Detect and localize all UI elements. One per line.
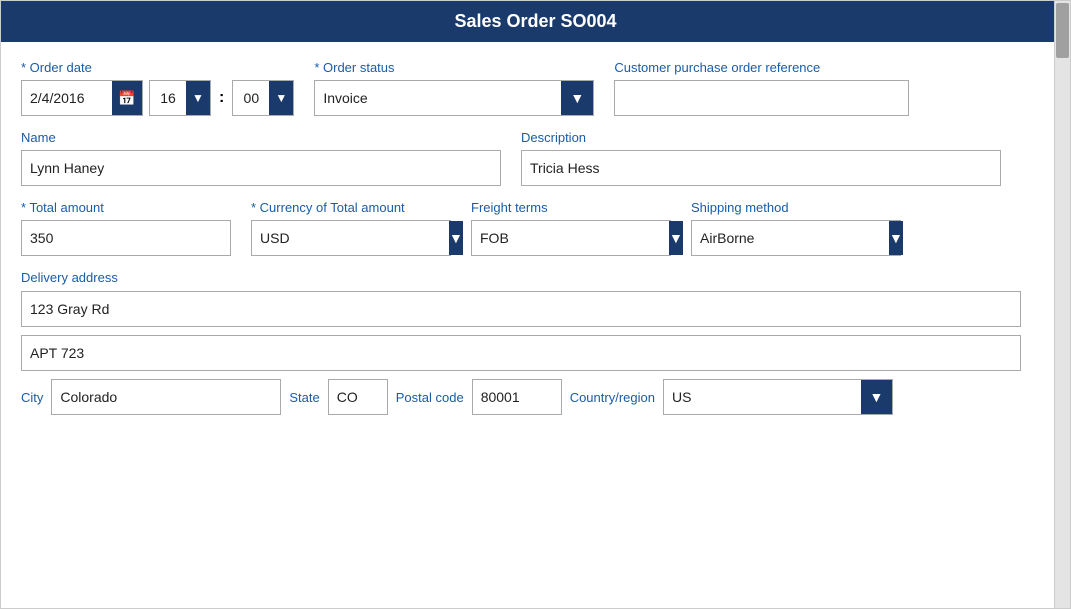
postal-input[interactable] [472, 379, 562, 415]
shipping-group: Shipping method ▼ [691, 200, 901, 256]
order-status-label: Order status [314, 60, 594, 75]
chevron-down-icon-4: ▼ [449, 230, 463, 246]
order-status-input[interactable] [315, 81, 561, 115]
total-amount-group: Total amount [21, 200, 231, 256]
delivery-address-section: Delivery address City State Postal code … [21, 270, 1050, 415]
addr-line1-row [21, 291, 1050, 327]
currency-label: Currency of Total amount [251, 200, 451, 215]
chevron-down-icon-3: ▼ [570, 90, 584, 106]
freight-select-wrap: ▼ [471, 220, 671, 256]
order-date-label: Order date [21, 60, 294, 75]
currency-select-wrap: ▼ [251, 220, 451, 256]
chevron-down-icon: ▼ [192, 91, 204, 105]
minute-input[interactable] [233, 81, 269, 115]
row-2: Name Description [21, 130, 1050, 186]
shipping-label: Shipping method [691, 200, 901, 215]
scrollbar-thumb[interactable] [1056, 3, 1069, 58]
calendar-button[interactable]: 📅 [112, 81, 142, 115]
chevron-down-icon-6: ▼ [889, 230, 903, 246]
country-dropdown-button[interactable]: ▼ [861, 380, 892, 414]
addr-line2-row [21, 335, 1050, 371]
delivery-address-label: Delivery address [21, 270, 1050, 285]
postal-label: Postal code [396, 390, 464, 405]
currency-input[interactable] [252, 221, 449, 255]
total-amount-input[interactable] [21, 220, 231, 256]
total-amount-label: Total amount [21, 200, 231, 215]
title-bar: Sales Order SO004 [1, 1, 1070, 42]
city-input[interactable] [51, 379, 281, 415]
currency-group: Currency of Total amount ▼ [251, 200, 451, 256]
customer-po-label: Customer purchase order reference [614, 60, 909, 75]
hour-input-wrap: ▼ [149, 80, 211, 116]
shipping-select-wrap: ▼ [691, 220, 901, 256]
form-content: Order date 📅 ▼ : [1, 42, 1070, 608]
order-status-group: Order status ▼ [314, 60, 594, 116]
name-group: Name [21, 130, 501, 186]
chevron-down-icon-2: ▼ [275, 91, 287, 105]
addr-bottom-row: City State Postal code Country/region ▼ [21, 379, 1050, 415]
chevron-down-icon-5: ▼ [669, 230, 683, 246]
state-label: State [289, 390, 319, 405]
address-line1-input[interactable] [21, 291, 1021, 327]
order-date-input[interactable] [22, 81, 112, 115]
order-date-input-wrap: 📅 [21, 80, 143, 116]
hour-input[interactable] [150, 81, 186, 115]
address-line2-input[interactable] [21, 335, 1021, 371]
minute-dropdown-button[interactable]: ▼ [269, 81, 293, 115]
time-colon: : [219, 89, 224, 107]
name-input[interactable] [21, 150, 501, 186]
calendar-icon: 📅 [118, 90, 135, 107]
order-date-group: Order date 📅 ▼ : [21, 60, 294, 116]
order-status-select-wrap: ▼ [314, 80, 594, 116]
order-status-dropdown-button[interactable]: ▼ [561, 81, 593, 115]
description-group: Description [521, 130, 1001, 186]
city-label: City [21, 390, 43, 405]
freight-input[interactable] [472, 221, 669, 255]
scrollbar-track [1055, 1, 1070, 608]
hour-dropdown-button[interactable]: ▼ [186, 81, 210, 115]
freight-dropdown-button[interactable]: ▼ [669, 221, 683, 255]
shipping-input[interactable] [692, 221, 889, 255]
customer-po-input[interactable] [614, 80, 909, 116]
country-select-wrap: ▼ [663, 379, 893, 415]
description-input[interactable] [521, 150, 1001, 186]
main-window: Sales Order SO004 Order date 📅 [0, 0, 1071, 609]
scrollbar[interactable] [1054, 1, 1070, 608]
description-label: Description [521, 130, 1001, 145]
freight-group: Freight terms ▼ [471, 200, 671, 256]
shipping-dropdown-button[interactable]: ▼ [889, 221, 903, 255]
minute-input-wrap: ▼ [232, 80, 294, 116]
name-label: Name [21, 130, 501, 145]
country-input[interactable] [664, 380, 861, 414]
country-label: Country/region [570, 390, 655, 405]
row-1: Order date 📅 ▼ : [21, 60, 1050, 116]
currency-dropdown-button[interactable]: ▼ [449, 221, 463, 255]
freight-label: Freight terms [471, 200, 671, 215]
state-input[interactable] [328, 379, 388, 415]
customer-po-group: Customer purchase order reference [614, 60, 909, 116]
chevron-down-icon-7: ▼ [870, 389, 884, 405]
window-title: Sales Order SO004 [454, 11, 616, 31]
row-3: Total amount Currency of Total amount ▼ … [21, 200, 1050, 256]
